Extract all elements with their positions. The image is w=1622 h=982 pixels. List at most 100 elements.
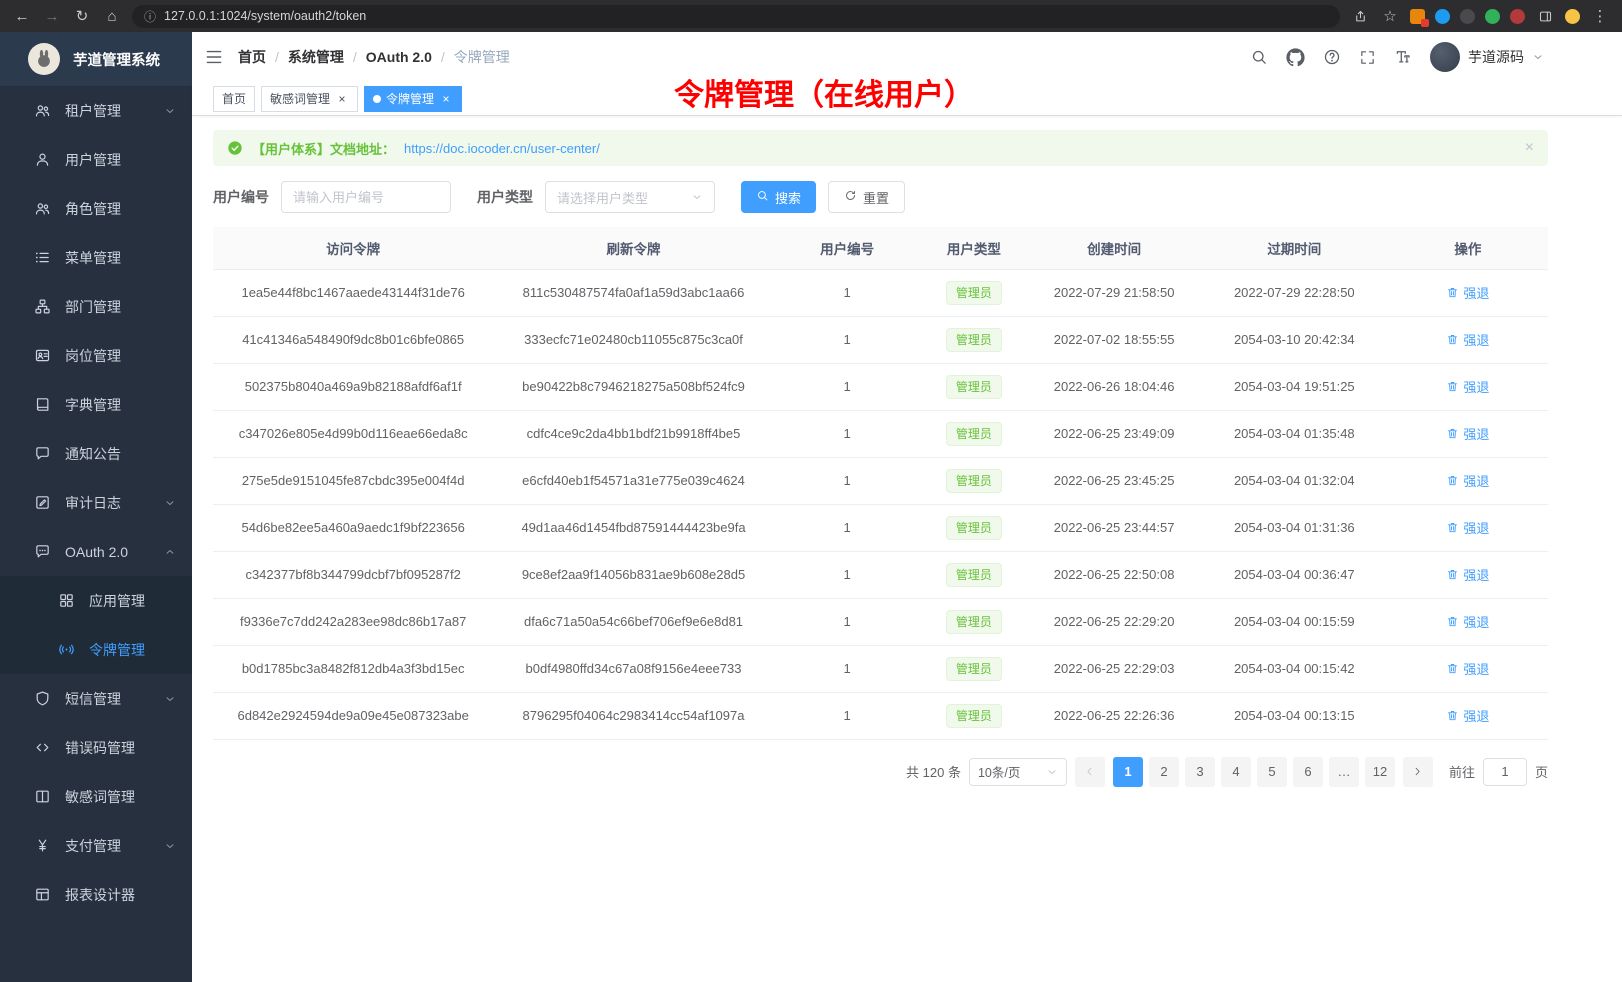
force-logout-button[interactable]: 强退: [1446, 283, 1489, 302]
search-button[interactable]: 搜索: [741, 181, 816, 213]
tab-close-icon[interactable]: ×: [439, 92, 453, 106]
sidebar-item-label: 令牌管理: [89, 640, 145, 660]
trash-icon: [1446, 709, 1459, 722]
sidebar-item-8[interactable]: 审计日志: [0, 478, 192, 527]
sidebar-item-label: 岗位管理: [65, 346, 121, 366]
tab-close-icon[interactable]: ×: [335, 92, 349, 106]
table-row: 41c41346a548490f9dc8b01c6bfe0865 333ecfc…: [213, 316, 1548, 363]
sidebar-item-9-1[interactable]: 令牌管理: [0, 625, 192, 674]
font-size-icon[interactable]: [1394, 48, 1412, 66]
help-icon[interactable]: [1323, 48, 1341, 66]
menu-fold-icon[interactable]: [204, 47, 224, 67]
sidebar-item-3[interactable]: 菜单管理: [0, 233, 192, 282]
home-button[interactable]: ⌂: [102, 9, 122, 24]
app-title: 芋道管理系统: [73, 49, 160, 70]
page-number-button[interactable]: 5: [1257, 757, 1287, 787]
site-info-icon[interactable]: ⓘ: [144, 8, 156, 25]
cell-create-time: 2022-06-25 23:44:57: [1027, 504, 1201, 551]
sidebar-item-13[interactable]: 支付管理: [0, 821, 192, 870]
prev-page-button[interactable]: [1075, 757, 1105, 787]
user-menu[interactable]: 芋道源码: [1430, 42, 1544, 72]
cell-access-token: b0d1785bc3a8482f812db4a3f3bd15ec: [213, 645, 493, 692]
reload-button[interactable]: ↻: [72, 9, 92, 24]
address-bar[interactable]: ⓘ 127.0.0.1:1024/system/oauth2/token: [132, 5, 1340, 28]
sidebar-item-12[interactable]: 敏感词管理: [0, 772, 192, 821]
page-number-button[interactable]: 2: [1149, 757, 1179, 787]
tab[interactable]: 敏感词管理 ×: [261, 86, 358, 112]
page-size-select[interactable]: 10条/页: [969, 758, 1067, 786]
sidebar-item-icon: [34, 249, 51, 266]
sidebar-item-5[interactable]: 岗位管理: [0, 331, 192, 380]
force-logout-button[interactable]: 强退: [1446, 377, 1489, 396]
page-number-button[interactable]: 3: [1185, 757, 1215, 787]
share-icon[interactable]: [1350, 9, 1370, 24]
cell-user-id: 1: [774, 598, 921, 645]
sidebar-item-9-0[interactable]: 应用管理: [0, 576, 192, 625]
tab[interactable]: 首页: [213, 86, 255, 112]
user-type-tag: 管理员: [946, 704, 1002, 728]
sidebar-item-2[interactable]: 角色管理: [0, 184, 192, 233]
more-pages-button[interactable]: …: [1329, 757, 1359, 787]
reset-button[interactable]: 重置: [828, 181, 905, 213]
sidebar-item-14[interactable]: 报表设计器: [0, 870, 192, 919]
force-logout-button[interactable]: 强退: [1446, 330, 1489, 349]
force-logout-button[interactable]: 强退: [1446, 659, 1489, 678]
page-number-button[interactable]: 1: [1113, 757, 1143, 787]
extension-icon-3[interactable]: [1460, 9, 1475, 24]
force-logout-button[interactable]: 强退: [1446, 518, 1489, 537]
profile-avatar-icon[interactable]: [1565, 9, 1580, 24]
user-type-tag: 管理员: [946, 469, 1002, 493]
cell-user-type: 管理员: [921, 692, 1028, 739]
tab[interactable]: 令牌管理 ×: [364, 86, 462, 112]
page-number-button[interactable]: 6: [1293, 757, 1323, 787]
github-icon[interactable]: [1286, 48, 1305, 67]
sidebar-item-1[interactable]: 用户管理: [0, 135, 192, 184]
page-number-button[interactable]: 12: [1365, 757, 1395, 787]
force-logout-button[interactable]: 强退: [1446, 612, 1489, 631]
extension-icon-4[interactable]: [1485, 9, 1500, 24]
force-logout-button[interactable]: 强退: [1446, 424, 1489, 443]
extension-icon-1[interactable]: [1410, 9, 1425, 24]
sidebar-item-7[interactable]: 通知公告: [0, 429, 192, 478]
breadcrumb-item[interactable]: OAuth 2.0: [366, 49, 432, 65]
search-icon[interactable]: [1250, 48, 1268, 66]
goto-page-input[interactable]: [1483, 758, 1527, 786]
table-row: c342377bf8b344799dcbf7bf095287f2 9ce8ef2…: [213, 551, 1548, 598]
breadcrumb: 首页 / 系统管理 / OAuth 2.0 / 令牌管理: [238, 47, 510, 67]
alert-doc-link[interactable]: https://doc.iocoder.cn/user-center/: [404, 141, 600, 156]
sidebar-item-9[interactable]: OAuth 2.0: [0, 527, 192, 576]
user-type-tag: 管理员: [946, 610, 1002, 634]
sidebar-item-11[interactable]: 错误码管理: [0, 723, 192, 772]
cell-user-id: 1: [774, 316, 921, 363]
sidebar-item-6[interactable]: 字典管理: [0, 380, 192, 429]
sidebar-item-4[interactable]: 部门管理: [0, 282, 192, 331]
browser-chrome: ← → ↻ ⌂ ⓘ 127.0.0.1:1024/system/oauth2/t…: [0, 0, 1622, 32]
force-logout-button[interactable]: 强退: [1446, 706, 1489, 725]
breadcrumb-separator: /: [275, 49, 279, 65]
force-logout-button[interactable]: 强退: [1446, 565, 1489, 584]
cell-expire-time: 2054-03-04 01:31:36: [1201, 504, 1388, 551]
table-row: b0d1785bc3a8482f812db4a3f3bd15ec b0df498…: [213, 645, 1548, 692]
next-page-button[interactable]: [1403, 757, 1433, 787]
user-type-select[interactable]: 请选择用户类型: [545, 181, 715, 213]
sidebar-item-0[interactable]: 租户管理: [0, 86, 192, 135]
alert-close-icon[interactable]: ×: [1525, 140, 1534, 156]
force-logout-button[interactable]: 强退: [1446, 471, 1489, 490]
extension-icon-5[interactable]: [1510, 9, 1525, 24]
sidebar-item-10[interactable]: 短信管理: [0, 674, 192, 723]
bookmark-star-icon[interactable]: ☆: [1380, 9, 1400, 24]
user-id-input[interactable]: [281, 181, 451, 213]
back-button[interactable]: ←: [12, 9, 32, 24]
chevron-icon: [164, 546, 176, 558]
breadcrumb-item[interactable]: 首页: [238, 47, 266, 67]
cell-create-time: 2022-06-25 23:45:25: [1027, 457, 1201, 504]
forward-button[interactable]: →: [42, 9, 62, 24]
breadcrumb-item[interactable]: 系统管理: [288, 47, 344, 67]
sidebar-panel-icon[interactable]: [1535, 9, 1555, 24]
cell-refresh-token: b0df4980ffd34c67a08f9156e4eee733: [493, 645, 773, 692]
page-number-button[interactable]: 4: [1221, 757, 1251, 787]
fullscreen-icon[interactable]: [1359, 49, 1376, 66]
browser-more-menu-icon[interactable]: ⋮: [1590, 9, 1610, 24]
extension-icon-2[interactable]: [1435, 9, 1450, 24]
page-size-value: 10条/页: [978, 762, 1020, 781]
